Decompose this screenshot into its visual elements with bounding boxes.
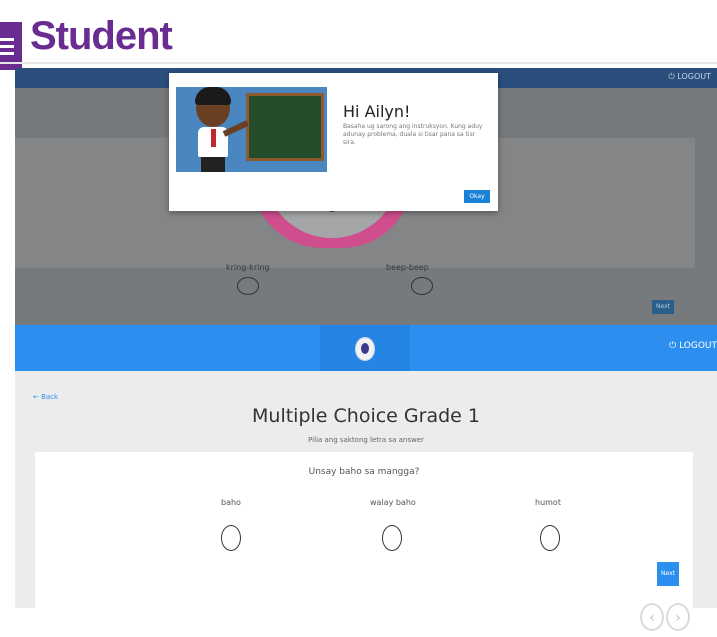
quiz-subtitle: Pilia ang saktong letra sa answer [308, 436, 424, 444]
bottom-screenshot: ⏻ LOGOUT ← Back Multiple Choice Grade 1 … [15, 325, 717, 608]
back-link[interactable]: ← Back [33, 393, 58, 401]
next-button[interactable]: Next [657, 562, 679, 586]
next-slide-button[interactable]: › [666, 603, 690, 631]
quiz-title: Multiple Choice Grade 1 [252, 405, 480, 427]
bottom-header: ⏻ LOGOUT [15, 325, 717, 371]
top-choice-radio[interactable] [237, 277, 259, 295]
question-text: Unsay baho sa mangga? [308, 467, 420, 477]
top-logout-button[interactable]: ⏻ LOGOUT [668, 72, 711, 82]
power-icon: ⏻ [668, 72, 678, 81]
previous-slide-button[interactable]: ‹ [640, 603, 664, 631]
arrow-left-icon: ← [33, 393, 42, 401]
top-next-button[interactable]: Next [652, 300, 674, 314]
figure-hair [195, 87, 231, 105]
top-choice-label: beep-beep [386, 263, 429, 272]
figure-legs [201, 157, 225, 172]
figure-arm [222, 120, 249, 137]
figure-tie [211, 129, 216, 147]
chevron-left-icon: ‹ [649, 610, 655, 626]
slide-title-bar: Student [0, 8, 717, 70]
choice-radio[interactable] [382, 525, 402, 551]
logo-container [320, 325, 410, 371]
choice-label: humot [535, 498, 561, 507]
choice-radio[interactable] [221, 525, 241, 551]
title-divider [0, 62, 717, 64]
okay-button[interactable]: Okay [464, 190, 490, 203]
bottom-logout-button[interactable]: ⏻ LOGOUT [669, 341, 717, 351]
question-card: Unsay baho sa mangga? baho walay baho hu… [35, 452, 693, 608]
choice-label: walay baho [370, 498, 416, 507]
chevron-right-icon: › [675, 610, 681, 626]
top-choice-radio[interactable] [411, 277, 433, 295]
top-choice-label: kring-kring [226, 263, 270, 272]
power-icon: ⏻ [669, 341, 680, 351]
modal-greeting: Hi Ailyn! [343, 102, 411, 121]
school-seal-icon [355, 337, 375, 361]
welcome-modal: Hi Ailyn! Basaha ug sarong ang instruksy… [169, 73, 498, 211]
slide-navigation: ‹ › [640, 603, 692, 633]
modal-message: Basaha ug sarong ang instruksyon. Kung a… [343, 123, 483, 146]
choice-label: baho [221, 498, 241, 507]
teacher-illustration [176, 87, 327, 172]
slide-title: Student [30, 14, 173, 58]
choice-radio[interactable] [540, 525, 560, 551]
chalkboard [246, 93, 324, 161]
